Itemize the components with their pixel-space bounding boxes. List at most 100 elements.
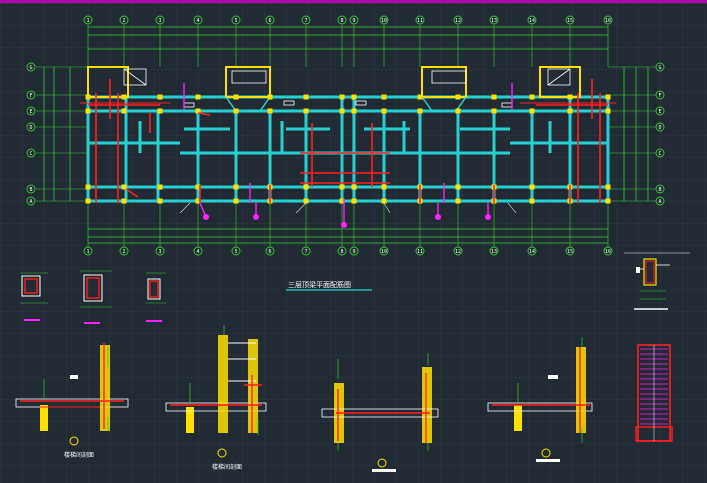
column [567, 108, 573, 114]
column [267, 94, 273, 100]
svg-text:4: 4 [196, 18, 199, 24]
column [351, 108, 357, 114]
svg-text:D: D [658, 125, 661, 131]
svg-text:15: 15 [567, 18, 573, 24]
column [85, 184, 91, 190]
column [121, 94, 127, 100]
svg-text:2: 2 [122, 18, 125, 24]
svg-text:A: A [29, 199, 32, 205]
svg-text:15: 15 [567, 249, 573, 255]
detail-1-caption: 楼梯间剖面 [64, 451, 94, 459]
column [351, 184, 357, 190]
column [267, 108, 273, 114]
cad-drawing-canvas[interactable]: 1122334455667788991010111112121313141415… [0, 3, 707, 483]
column [381, 94, 387, 100]
axis-bubble-bottom-10: 10 [379, 246, 389, 256]
column [339, 184, 345, 190]
svg-text:B: B [29, 187, 32, 193]
column [157, 94, 163, 100]
svg-text:10: 10 [381, 18, 387, 24]
svg-text:3: 3 [158, 249, 161, 255]
axis-bubble-bottom-13: 13 [489, 246, 499, 256]
column [157, 198, 163, 204]
axis-bubble-bottom-15: 15 [565, 246, 575, 256]
axis-bubble-top-14: 14 [527, 15, 537, 25]
column [605, 198, 611, 204]
svg-text:14: 14 [529, 249, 535, 255]
axis-bubble-top-16: 16 [603, 15, 613, 25]
column [605, 184, 611, 190]
svg-text:1: 1 [86, 249, 89, 255]
plan-title: 三层顶梁平面配筋图 [288, 280, 351, 289]
column [455, 108, 461, 114]
column [381, 184, 387, 190]
column [303, 108, 309, 114]
svg-text:9: 9 [352, 249, 355, 255]
svg-text:F: F [658, 93, 661, 99]
column [85, 108, 91, 114]
svg-text:B: B [658, 187, 661, 193]
svg-text:14: 14 [529, 18, 535, 24]
svg-text:C: C [29, 151, 32, 157]
column [121, 184, 127, 190]
svg-text:6: 6 [268, 249, 271, 255]
axis-bubble-bottom-16: 16 [603, 246, 613, 256]
svg-text:3: 3 [158, 18, 161, 24]
column [233, 198, 239, 204]
svg-text:7: 7 [304, 249, 307, 255]
svg-text:E: E [29, 109, 32, 115]
axis-bubble-top-15: 15 [565, 15, 575, 25]
column [85, 94, 91, 100]
svg-text:7: 7 [304, 18, 307, 24]
column [605, 94, 611, 100]
axis-bubble-top-11: 11 [415, 15, 425, 25]
column [529, 184, 535, 190]
column [121, 108, 127, 114]
svg-text:12: 12 [455, 18, 461, 24]
column [351, 198, 357, 204]
column [529, 198, 535, 204]
svg-text:E: E [658, 109, 661, 115]
column [491, 94, 497, 100]
column [303, 184, 309, 190]
column [455, 198, 461, 204]
column [339, 108, 345, 114]
column [339, 94, 345, 100]
svg-text:13: 13 [491, 18, 497, 24]
column [303, 94, 309, 100]
svg-text:11: 11 [417, 18, 423, 24]
svg-text:10: 10 [381, 249, 387, 255]
svg-text:5: 5 [234, 18, 237, 24]
svg-text:4: 4 [196, 249, 199, 255]
svg-text:1: 1 [86, 18, 89, 24]
column [529, 94, 535, 100]
axis-bubble-bottom-12: 12 [453, 246, 463, 256]
svg-text:9: 9 [352, 18, 355, 24]
column [157, 184, 163, 190]
svg-text:8: 8 [340, 249, 343, 255]
svg-text:13: 13 [491, 249, 497, 255]
svg-text:5: 5 [234, 249, 237, 255]
column [417, 108, 423, 114]
column [233, 94, 239, 100]
column [381, 108, 387, 114]
svg-text:2: 2 [122, 249, 125, 255]
svg-text:16: 16 [605, 18, 611, 24]
column [417, 94, 423, 100]
svg-text:C: C [658, 151, 661, 157]
column [233, 184, 239, 190]
column [491, 108, 497, 114]
axis-bubble-top-10: 10 [379, 15, 389, 25]
column [605, 108, 611, 114]
axis-bubble-bottom-11: 11 [415, 246, 425, 256]
svg-text:11: 11 [417, 249, 423, 255]
column [529, 108, 535, 114]
column [157, 108, 163, 114]
column [85, 198, 91, 204]
svg-text:D: D [29, 125, 32, 131]
svg-text:A: A [658, 199, 661, 205]
svg-text:G: G [658, 65, 661, 71]
axis-bubble-bottom-14: 14 [527, 246, 537, 256]
column [567, 94, 573, 100]
axis-bubble-top-13: 13 [489, 15, 499, 25]
